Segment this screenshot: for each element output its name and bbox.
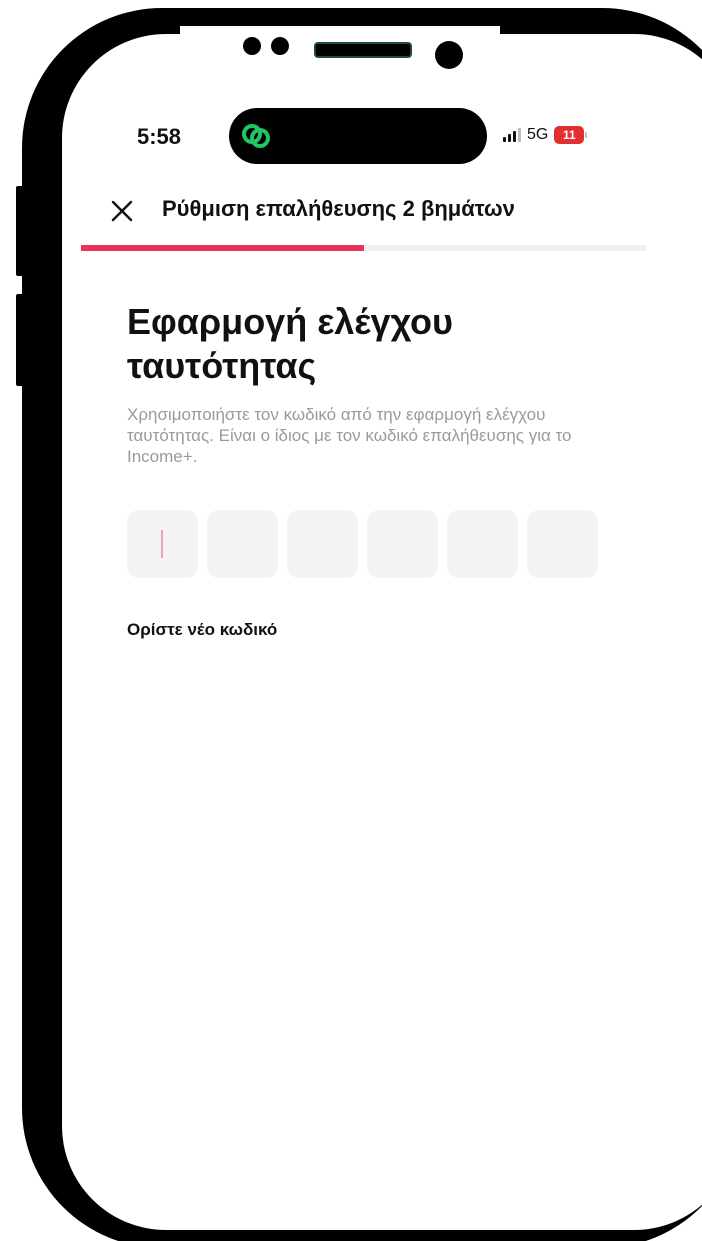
code-digit-box[interactable] [287,510,358,578]
signal-icon [503,128,521,142]
sensor-dot [243,37,261,55]
verification-code-input[interactable] [127,510,598,578]
section-description: Χρησιμοποιήστε τον κωδικό από την εφαρμο… [127,405,572,466]
camera-dot [435,41,463,69]
status-time: 5:58 [137,124,182,149]
code-digit-box[interactable] [527,510,598,578]
chain-link-icon [242,124,270,148]
battery-tip [585,132,588,138]
battery-icon: 11 [554,126,588,144]
progress-fill [81,245,364,251]
phone-frame [22,8,702,1241]
sensor-dot [271,37,289,55]
code-digit-box[interactable] [207,510,278,578]
set-new-code-link[interactable]: Ορίστε νέο κωδικό [127,620,277,640]
code-digit-box[interactable] [367,510,438,578]
code-digit-box[interactable] [447,510,518,578]
speaker-grille [314,42,412,58]
text-cursor [161,530,163,558]
screenshot-canvas: 5:58 5G 11 Ρύθμιση επαλήθευσης 2 βημάτων… [0,0,702,1241]
page-title: Ρύθμιση επαλήθευσης 2 βημάτων [162,196,515,221]
close-icon[interactable] [108,197,136,225]
battery-level: 11 [563,128,576,142]
battery-body: 11 [554,126,585,144]
progress-track [81,245,646,251]
status-indicators: 5G 11 [503,124,588,146]
section-title: Εφαρμογή ελέγχου ταυτότητας [127,301,453,386]
network-label: 5G [527,126,549,143]
